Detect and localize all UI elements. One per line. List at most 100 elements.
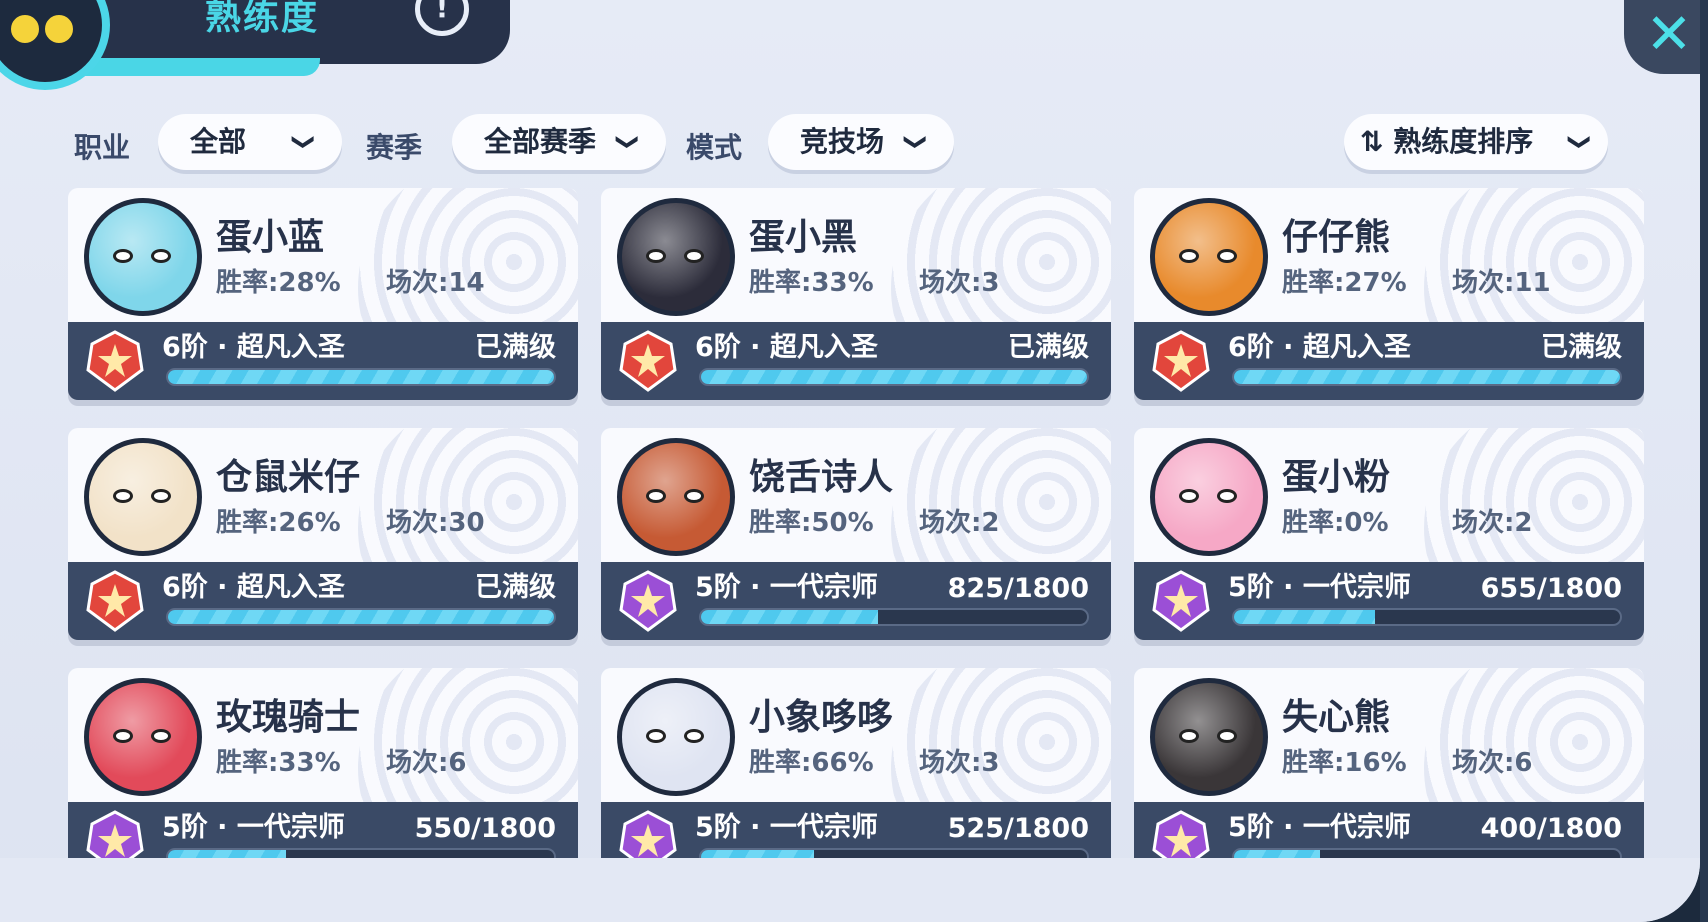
rank-badge-icon bbox=[1152, 570, 1210, 632]
progress-label: 已满级 bbox=[1541, 332, 1622, 363]
progress-fill bbox=[1234, 610, 1375, 624]
mode-dropdown[interactable]: 竞技场 ❯ bbox=[768, 114, 954, 170]
avatar-face bbox=[1155, 443, 1263, 551]
progress-bar bbox=[1232, 368, 1622, 386]
win-rate: 胜率:33% bbox=[216, 748, 341, 778]
rank-strip: 6阶 · 超凡入圣 已满级 bbox=[601, 322, 1111, 400]
character-card[interactable]: 仔仔熊 胜率:27% 场次:11 6阶 · 超凡入圣 已满级 bbox=[1134, 188, 1644, 400]
progress-fill bbox=[701, 610, 878, 624]
profession-dropdown[interactable]: 全部 ❯ bbox=[158, 114, 342, 170]
progress-fill bbox=[701, 370, 1087, 384]
page-title: 熟练度 bbox=[205, 0, 320, 38]
rank-badge-icon bbox=[1152, 330, 1210, 392]
win-rate: 胜率:28% bbox=[216, 268, 341, 298]
games-count: 场次:30 bbox=[386, 508, 485, 538]
win-rate: 胜率:50% bbox=[749, 508, 874, 538]
character-avatar bbox=[84, 198, 202, 316]
rank-badge-icon bbox=[86, 570, 144, 632]
character-card[interactable]: 蛋小粉 胜率:0% 场次:2 5阶 · 一代宗师 655/1800 bbox=[1134, 428, 1644, 640]
progress-fill bbox=[1234, 370, 1620, 384]
season-value: 全部赛季 bbox=[484, 125, 597, 158]
character-card[interactable]: 仓鼠米仔 胜率:26% 场次:30 6阶 · 超凡入圣 已满级 bbox=[68, 428, 578, 640]
chevron-down-icon: ❯ bbox=[902, 132, 928, 152]
win-rate: 胜率:26% bbox=[216, 508, 341, 538]
mode-label: 模式 bbox=[686, 131, 743, 164]
progress-bar bbox=[699, 368, 1089, 386]
character-name: 饶舌诗人 bbox=[749, 457, 894, 498]
sort-dropdown[interactable]: ⇅ 熟练度排序 ❯ bbox=[1344, 114, 1608, 170]
win-rate: 胜率:33% bbox=[749, 268, 874, 298]
win-rate: 胜率:66% bbox=[749, 748, 874, 778]
character-avatar bbox=[1150, 438, 1268, 556]
rank-label: 5阶 · 一代宗师 bbox=[1228, 572, 1411, 603]
progress-bar bbox=[1232, 608, 1622, 626]
games-count: 场次:6 bbox=[1452, 748, 1533, 778]
avatar-face bbox=[89, 683, 197, 791]
panel-footer bbox=[0, 858, 1700, 922]
chevron-down-icon: ❯ bbox=[290, 132, 316, 152]
rank-strip: 6阶 · 超凡入圣 已满级 bbox=[68, 562, 578, 640]
games-count: 场次:3 bbox=[919, 268, 1000, 298]
character-avatar bbox=[84, 438, 202, 556]
character-avatar bbox=[1150, 678, 1268, 796]
character-name: 蛋小黑 bbox=[749, 217, 858, 258]
rank-label: 5阶 · 一代宗师 bbox=[695, 812, 878, 843]
right-edge bbox=[1700, 0, 1708, 922]
sort-value: ⇅ 熟练度排序 bbox=[1360, 125, 1534, 158]
character-card[interactable]: 蛋小蓝 胜率:28% 场次:14 6阶 · 超凡入圣 已满级 bbox=[68, 188, 578, 400]
progress-fill bbox=[168, 370, 554, 384]
progress-label: 400/1800 bbox=[1480, 813, 1622, 844]
progress-label: 550/1800 bbox=[414, 813, 556, 844]
character-card[interactable]: 饶舌诗人 胜率:50% 场次:2 5阶 · 一代宗师 825/1800 bbox=[601, 428, 1111, 640]
avatar-face bbox=[622, 443, 730, 551]
rank-badge-icon bbox=[619, 330, 677, 392]
games-count: 场次:2 bbox=[1452, 508, 1533, 538]
character-card[interactable]: 蛋小黑 胜率:33% 场次:3 6阶 · 超凡入圣 已满级 bbox=[601, 188, 1111, 400]
character-avatar bbox=[1150, 198, 1268, 316]
avatar-face bbox=[1155, 683, 1263, 791]
games-count: 场次:3 bbox=[919, 748, 1000, 778]
progress-bar bbox=[699, 608, 1089, 626]
progress-bar bbox=[166, 368, 556, 386]
progress-label: 655/1800 bbox=[1480, 573, 1622, 604]
avatar-face bbox=[89, 443, 197, 551]
chevron-down-icon: ❯ bbox=[1566, 132, 1592, 152]
win-rate: 胜率:16% bbox=[1282, 748, 1407, 778]
win-rate: 胜率:0% bbox=[1282, 508, 1389, 538]
character-name: 仔仔熊 bbox=[1282, 217, 1391, 258]
character-card[interactable]: 小象哆哆 胜率:66% 场次:3 5阶 · 一代宗师 525/1800 bbox=[601, 668, 1111, 880]
character-avatar bbox=[617, 678, 735, 796]
rank-strip: 6阶 · 超凡入圣 已满级 bbox=[1134, 322, 1644, 400]
games-count: 场次:6 bbox=[386, 748, 467, 778]
rank-badge-icon bbox=[86, 330, 144, 392]
avatar-face bbox=[622, 683, 730, 791]
rank-strip: 5阶 · 一代宗师 825/1800 bbox=[601, 562, 1111, 640]
character-name: 蛋小蓝 bbox=[216, 217, 325, 258]
season-dropdown[interactable]: 全部赛季 ❯ bbox=[452, 114, 666, 170]
rank-label: 6阶 · 超凡入圣 bbox=[695, 332, 878, 363]
logo-icon bbox=[0, 0, 110, 90]
close-button[interactable]: ✕ bbox=[1624, 0, 1708, 74]
character-card[interactable]: 玫瑰骑士 胜率:33% 场次:6 5阶 · 一代宗师 550/1800 bbox=[68, 668, 578, 880]
progress-label: 已满级 bbox=[475, 572, 556, 603]
character-avatar bbox=[84, 678, 202, 796]
progress-label: 已满级 bbox=[1008, 332, 1089, 363]
rank-label: 5阶 · 一代宗师 bbox=[162, 812, 345, 843]
games-count: 场次:2 bbox=[919, 508, 1000, 538]
profession-value: 全部 bbox=[190, 125, 247, 158]
win-rate: 胜率:27% bbox=[1282, 268, 1407, 298]
character-name: 蛋小粉 bbox=[1282, 457, 1391, 498]
chevron-down-icon: ❯ bbox=[614, 132, 640, 152]
progress-label: 825/1800 bbox=[947, 573, 1089, 604]
games-count: 场次:14 bbox=[386, 268, 485, 298]
progress-label: 525/1800 bbox=[947, 813, 1089, 844]
character-name: 小象哆哆 bbox=[749, 697, 894, 738]
character-avatar bbox=[617, 198, 735, 316]
rank-label: 5阶 · 一代宗师 bbox=[695, 572, 878, 603]
season-label: 赛季 bbox=[366, 131, 423, 164]
avatar-face bbox=[622, 203, 730, 311]
profession-label: 职业 bbox=[74, 131, 131, 164]
character-card[interactable]: 失心熊 胜率:16% 场次:6 5阶 · 一代宗师 400/1800 bbox=[1134, 668, 1644, 880]
rank-label: 6阶 · 超凡入圣 bbox=[1228, 332, 1411, 363]
character-avatar bbox=[617, 438, 735, 556]
